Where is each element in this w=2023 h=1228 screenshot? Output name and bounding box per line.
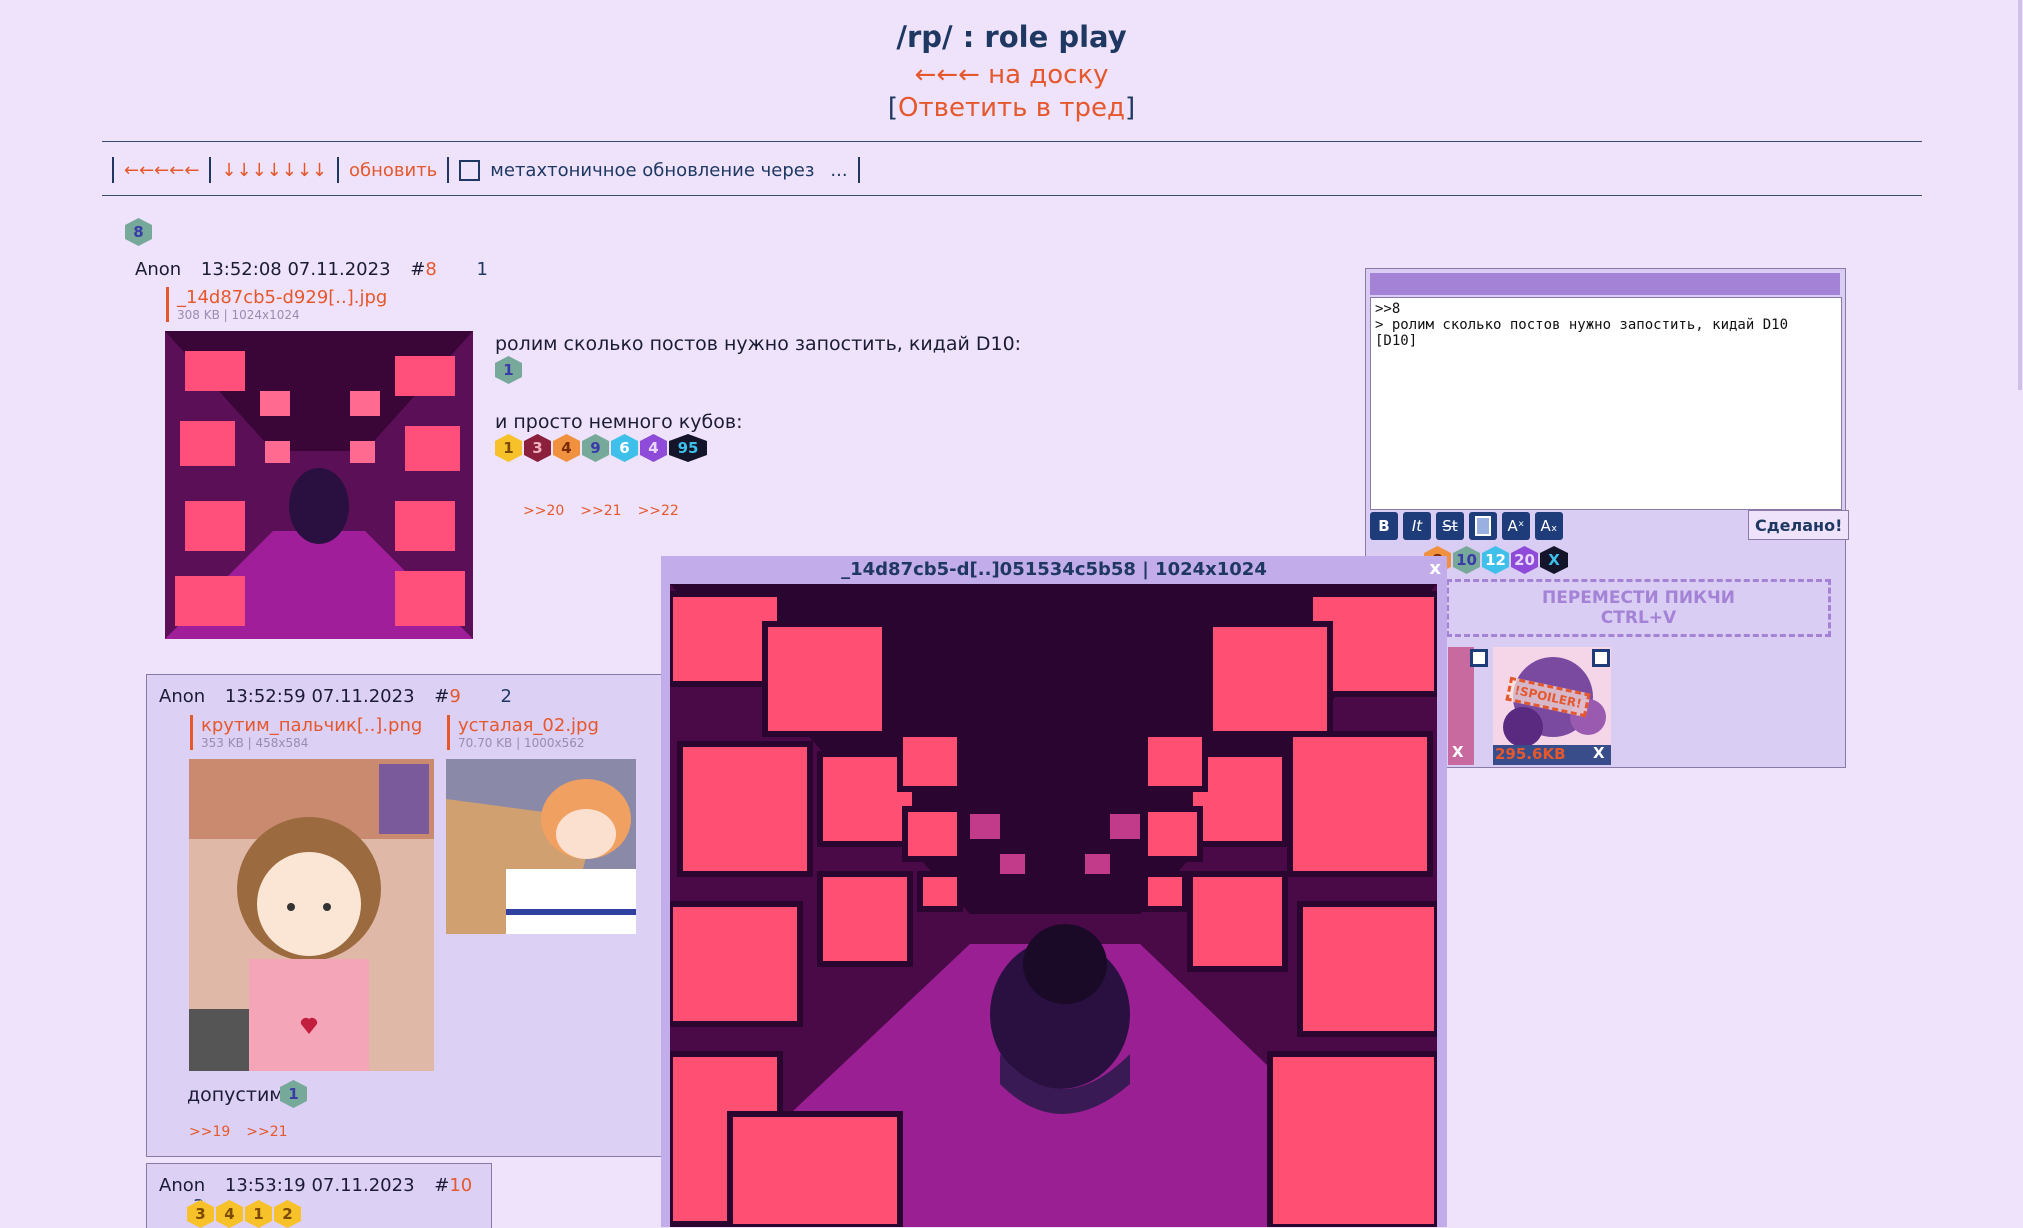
reply-in-thread: [Ответить в тред] (887, 93, 1136, 123)
die-roll: 1 (245, 1200, 272, 1228)
poster-name: Anon (159, 1175, 206, 1196)
spoiler-format-button[interactable] (1469, 512, 1497, 540)
nav-separator (337, 157, 339, 183)
post-number[interactable]: #9 (434, 686, 461, 707)
spoiler-checkbox[interactable] (1592, 649, 1610, 667)
nav-separator (112, 157, 114, 183)
reply-textarea[interactable]: >>8 > ролим сколько постов нужно запости… (1370, 297, 1842, 510)
poster-name: Anon (159, 686, 206, 707)
die-roll: 2 (274, 1200, 301, 1228)
remove-attachment-button[interactable]: X (1593, 744, 1605, 762)
op-dice-badge: 8 (125, 218, 154, 246)
backlink[interactable]: >>22 (638, 503, 679, 519)
file-meta: 70.70 KB | 1000x562 (458, 736, 585, 750)
post-backlinks: >>19 >>21 (189, 1124, 304, 1140)
auto-update-label: метахтоничное обновление через (490, 159, 815, 181)
op-backlinks: >>20 >>21 >>22 (523, 503, 695, 519)
post-roll: 1 (280, 1080, 309, 1108)
submit-button[interactable]: Сделано! (1748, 510, 1850, 540)
die-roll: 3 (187, 1200, 214, 1228)
backlink[interactable]: >>19 (189, 1124, 230, 1140)
file-info: усталая_02.jpg 70.70 KB | 1000x562 (447, 715, 599, 750)
post-datetime: 13:52:59 07.11.2023 (224, 686, 415, 707)
op-post-header: Anon 13:52:08 07.11.2023 #8 1 (135, 259, 488, 280)
auto-update-checkbox[interactable] (459, 159, 481, 181)
reply-post-10: Anon 13:53:19 07.11.2023 #10 3 3412 (146, 1163, 492, 1228)
post-number[interactable]: #8 (410, 259, 437, 280)
backlink[interactable]: >>21 (580, 503, 621, 519)
die-roll: 4 (640, 434, 667, 462)
back-to-board-link[interactable]: ←←← на доску (0, 60, 2023, 90)
post-datetime: 13:52:08 07.11.2023 (200, 259, 391, 280)
viewer-close-button[interactable]: x (1429, 558, 1441, 579)
nav-down-link[interactable]: ↓↓↓↓↓↓↓ (221, 160, 327, 181)
thread-nav: ←←←←← ↓↓↓↓↓↓↓ обновить метахтоничное обн… (102, 155, 870, 185)
dice-d20-button[interactable]: 20 (1511, 546, 1538, 574)
italic-button[interactable]: It (1403, 512, 1431, 540)
op-file-info: _14d87cb5-d929[..].jpg 308 KB | 1024x102… (166, 287, 387, 322)
post-datetime: 13:53:19 07.11.2023 (224, 1175, 415, 1196)
file-info: крутим_пальчик[..].png 353 KB | 458x584 (190, 715, 422, 750)
backlink[interactable]: >>21 (246, 1124, 287, 1140)
post-thumbnail[interactable] (189, 759, 434, 1071)
dice-d10-button[interactable]: 10 (1453, 546, 1480, 574)
op-text-2: и просто немного кубов: (495, 411, 743, 433)
die-roll: 1 (495, 434, 522, 462)
file-name-link[interactable]: крутим_пальчик[..].png (201, 715, 422, 736)
board-title: /rp/ : role play (896, 20, 1127, 54)
post-thumbnail[interactable] (446, 759, 636, 934)
post-text: допустим: (187, 1084, 291, 1106)
auto-update-timer: ... (830, 159, 848, 181)
post-header: Anon 13:52:59 07.11.2023 #9 2 (159, 686, 512, 707)
file-meta: 308 KB | 1024x1024 (177, 308, 300, 322)
dice-d12-button[interactable]: 12 (1482, 546, 1509, 574)
die-roll: 9 (582, 434, 609, 462)
image-viewer[interactable]: _14d87cb5-d[..]051534c5b58 | 1024x1024 x (661, 556, 1447, 1227)
reply-in-thread-link[interactable]: Ответить в тред (898, 93, 1125, 123)
op-rolls: 1 3 4 9 6 4 95 (495, 434, 709, 462)
superscript-button[interactable]: Aˣ (1502, 512, 1530, 540)
file-name-link[interactable]: _14d87cb5-d929[..].jpg (177, 287, 387, 308)
viewer-image[interactable] (670, 584, 1437, 1227)
divider (102, 141, 1922, 142)
bold-button[interactable]: B (1370, 512, 1398, 540)
nav-back-link[interactable]: ←←←←← (124, 160, 199, 181)
file-drop-zone[interactable]: ПЕРЕМЕСТИ ПИКЧИ CTRL+V (1446, 579, 1831, 637)
post-rolls: 3412 (187, 1200, 303, 1228)
die-roll: 3 (524, 434, 551, 462)
file-name-link[interactable]: усталая_02.jpg (458, 715, 599, 736)
nav-separator (857, 157, 860, 183)
divider (102, 195, 1922, 196)
page-scrollbar[interactable] (2018, 0, 2022, 390)
file-meta: 353 KB | 458x584 (201, 736, 309, 750)
die-roll: 4 (553, 434, 580, 462)
post-index: 1 (476, 259, 488, 280)
quick-reply-drag-bar[interactable] (1370, 273, 1840, 295)
nav-separator (209, 157, 212, 183)
spoiler-icon (1475, 516, 1491, 536)
die-roll: 4 (216, 1200, 243, 1228)
backlink[interactable]: >>20 (523, 503, 564, 519)
poster-name: Anon (135, 259, 182, 280)
op-thumbnail[interactable] (165, 331, 473, 639)
die-roll: 95 (669, 434, 707, 462)
subscript-button[interactable]: Aₓ (1535, 512, 1563, 540)
strike-button[interactable]: St (1436, 512, 1464, 540)
refresh-link[interactable]: обновить (349, 160, 437, 181)
post-index: 2 (500, 686, 512, 707)
post-number[interactable]: #10 (434, 1175, 472, 1196)
op-roll-1: 1 (495, 356, 524, 384)
op-text-1: ролим сколько постов нужно запостить, ки… (495, 333, 1022, 355)
dice-clear-button[interactable]: X (1540, 546, 1568, 574)
nav-separator (447, 157, 450, 183)
remove-attachment-button[interactable]: X (1452, 743, 1464, 761)
viewer-title: _14d87cb5-d[..]051534c5b58 | 1024x1024 (841, 559, 1267, 580)
spoiler-checkbox[interactable] (1470, 649, 1488, 667)
die-roll: 6 (611, 434, 638, 462)
attachment-size: 295.6KB (1495, 745, 1566, 763)
